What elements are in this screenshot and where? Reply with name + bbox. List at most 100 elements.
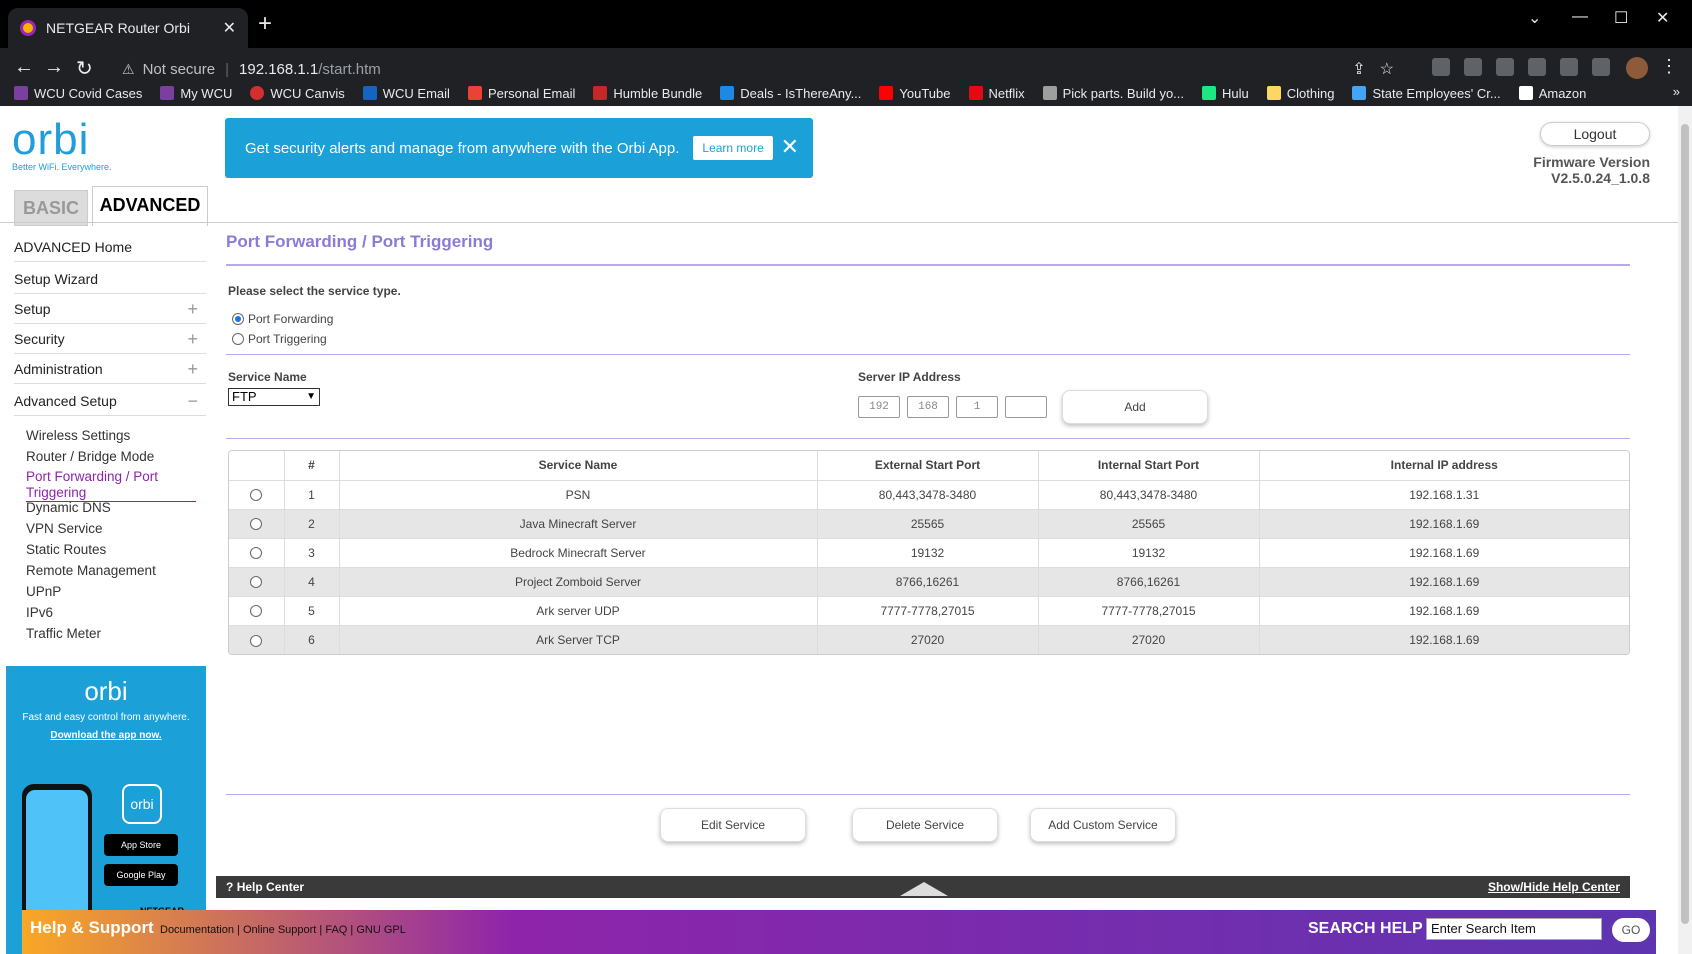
column-header: Service Name	[339, 451, 818, 481]
bookmark[interactable]: Hulu	[1202, 86, 1249, 101]
row-radio[interactable]	[250, 605, 263, 618]
scrollbar-thumb[interactable]	[1681, 124, 1689, 924]
subnav-remote-management[interactable]: Remote Management	[26, 563, 156, 578]
puzzle-icon[interactable]	[1560, 58, 1578, 76]
table-row[interactable]: 1 PSN 80,443,3478-3480 80,443,3478-3480 192.…	[229, 480, 1629, 510]
logout-button[interactable]: Logout	[1540, 122, 1650, 146]
search-help-input[interactable]: Enter Search Item	[1426, 918, 1602, 940]
app-store-badge[interactable]: App Store	[104, 834, 178, 856]
bookmark[interactable]: Pick parts. Build yo...	[1042, 86, 1184, 101]
bookmark[interactable]: WCU Email	[362, 86, 450, 101]
extension-icon[interactable]	[1432, 58, 1450, 76]
row-radio[interactable]	[250, 576, 263, 589]
table-row[interactable]: 4 Project Zomboid Server 8766,16261 8766,16…	[229, 567, 1629, 597]
tab-advanced[interactable]: ADVANCED	[92, 186, 208, 226]
profile-avatar[interactable]	[1626, 57, 1648, 79]
radio-selected[interactable]	[232, 313, 244, 325]
go-button[interactable]: GO	[1612, 918, 1650, 942]
sidebar-item-security[interactable]: Security +	[14, 324, 206, 354]
expand-help-icon[interactable]	[900, 882, 948, 896]
close-banner-icon[interactable]: ✕	[781, 134, 799, 160]
bookmark[interactable]: Netflix	[968, 86, 1025, 101]
expand-icon: +	[187, 299, 198, 319]
service-name-select[interactable]: FTP ▼	[228, 388, 320, 406]
extension-icon[interactable]	[1496, 58, 1514, 76]
column-header: Internal IP address	[1259, 451, 1629, 481]
sidepanel-icon[interactable]	[1592, 58, 1610, 76]
close-tab-icon[interactable]: ✕	[223, 18, 236, 38]
ip-octet-2[interactable]: 168	[907, 396, 949, 418]
forward-icon[interactable]: →	[44, 56, 64, 79]
bookmark[interactable]: YouTube	[879, 86, 951, 101]
row-radio[interactable]	[250, 634, 263, 647]
row-radio[interactable]	[250, 489, 263, 502]
menu-icon[interactable]: ⋮	[1660, 56, 1678, 77]
reload-icon[interactable]: ↻	[76, 56, 93, 81]
subnav-dynamic-dns[interactable]: Dynamic DNS	[26, 500, 111, 515]
browser-tab[interactable]: NETGEAR Router Orbi ✕	[8, 8, 248, 48]
show-hide-help-link[interactable]: Show/Hide Help Center	[1488, 880, 1620, 894]
bookmark[interactable]: WCU Covid Cases	[14, 86, 142, 101]
table-row[interactable]: 2 Java Minecraft Server 25565 25565 192.168.…	[229, 509, 1629, 539]
download-app-link[interactable]: Download the app now.	[6, 730, 206, 741]
subnav-vpn-service[interactable]: VPN Service	[26, 521, 103, 536]
sidebar-item-advanced-home[interactable]: ADVANCED Home	[14, 232, 206, 262]
tab-basic[interactable]: BASIC	[14, 190, 88, 226]
add-button[interactable]: Add	[1062, 390, 1208, 424]
bookmark[interactable]: Deals - IsThereAny...	[720, 86, 861, 101]
chevron-down-icon: ▼	[306, 391, 316, 402]
minimize-icon[interactable]: —	[1572, 8, 1588, 26]
radio-port-forwarding[interactable]: Port Forwarding	[232, 312, 333, 326]
bookmark[interactable]: Amazon	[1518, 86, 1586, 101]
subnav-port-forwarding[interactable]: Port Forwarding / Port Triggering	[26, 469, 196, 502]
sidebar-item-advanced-setup[interactable]: Advanced Setup −	[14, 386, 206, 416]
sidebar-item-setup-wizard[interactable]: Setup Wizard	[14, 264, 206, 294]
url-path: /start.htm	[318, 60, 381, 78]
add-custom-service-button[interactable]: Add Custom Service	[1030, 808, 1176, 842]
learn-more-button[interactable]: Learn more	[693, 136, 773, 160]
row-radio[interactable]	[250, 518, 263, 531]
sidebar-item-administration[interactable]: Administration +	[14, 354, 206, 384]
bookmark[interactable]: My WCU	[160, 86, 232, 101]
subnav-wireless-settings[interactable]: Wireless Settings	[26, 428, 130, 443]
subnav-static-routes[interactable]: Static Routes	[26, 542, 106, 557]
row-radio[interactable]	[250, 547, 263, 560]
extension-icon[interactable]	[1528, 58, 1546, 76]
documentation-link[interactable]: Documentation	[160, 924, 234, 936]
edit-service-button[interactable]: Edit Service	[660, 808, 806, 842]
subnav-traffic-meter[interactable]: Traffic Meter	[26, 626, 101, 641]
ip-octet-1[interactable]: 192	[858, 396, 900, 418]
table-row[interactable]: 3 Bedrock Minecraft Server 19132 19132 192.1…	[229, 538, 1629, 568]
extension-icon[interactable]	[1464, 58, 1482, 76]
sidebar-item-setup[interactable]: Setup +	[14, 294, 206, 324]
bookmark[interactable]: Humble Bundle	[593, 86, 702, 101]
faq-link[interactable]: FAQ	[325, 924, 347, 936]
bookmark[interactable]: Clothing	[1266, 86, 1334, 101]
ip-octet-3[interactable]: 1	[956, 396, 998, 418]
subnav-upnp[interactable]: UPnP	[26, 584, 61, 599]
delete-service-button[interactable]: Delete Service	[852, 808, 998, 842]
back-icon[interactable]: ←	[14, 56, 34, 79]
radio-unselected[interactable]	[232, 333, 244, 345]
online-support-link[interactable]: Online Support	[243, 924, 316, 936]
subnav-router-bridge-mode[interactable]: Router / Bridge Mode	[26, 449, 154, 464]
table-row[interactable]: 6 Ark Server TCP 27020 27020 192.168.1.69	[229, 625, 1629, 654]
share-star-icons[interactable]: ⇪☆	[1352, 59, 1408, 79]
bookmark[interactable]: State Employees' Cr...	[1352, 86, 1501, 101]
maximize-icon[interactable]: ☐	[1614, 8, 1628, 28]
subnav-ipv6[interactable]: IPv6	[26, 605, 53, 620]
help-center-label[interactable]: ? Help Center	[226, 880, 304, 894]
new-tab-icon[interactable]: +	[258, 12, 272, 36]
gnu-gpl-link[interactable]: GNU GPL	[356, 924, 406, 936]
google-play-badge[interactable]: Google Play	[104, 864, 178, 886]
bookmark[interactable]: Personal Email	[467, 86, 575, 101]
expand-icon: +	[187, 329, 198, 349]
ip-octet-4[interactable]	[1005, 396, 1047, 418]
more-bookmarks-icon[interactable]: »	[1673, 84, 1680, 99]
radio-port-triggering[interactable]: Port Triggering	[232, 332, 327, 346]
table-row[interactable]: 5 Ark server UDP 7777-7778,27015 7777-7778,…	[229, 596, 1629, 626]
close-window-icon[interactable]: ✕	[1656, 8, 1669, 28]
tab-search-icon[interactable]: ⌄	[1528, 8, 1541, 28]
page-scrollbar[interactable]	[1678, 106, 1692, 954]
bookmark[interactable]: WCU Canvis	[250, 86, 345, 101]
